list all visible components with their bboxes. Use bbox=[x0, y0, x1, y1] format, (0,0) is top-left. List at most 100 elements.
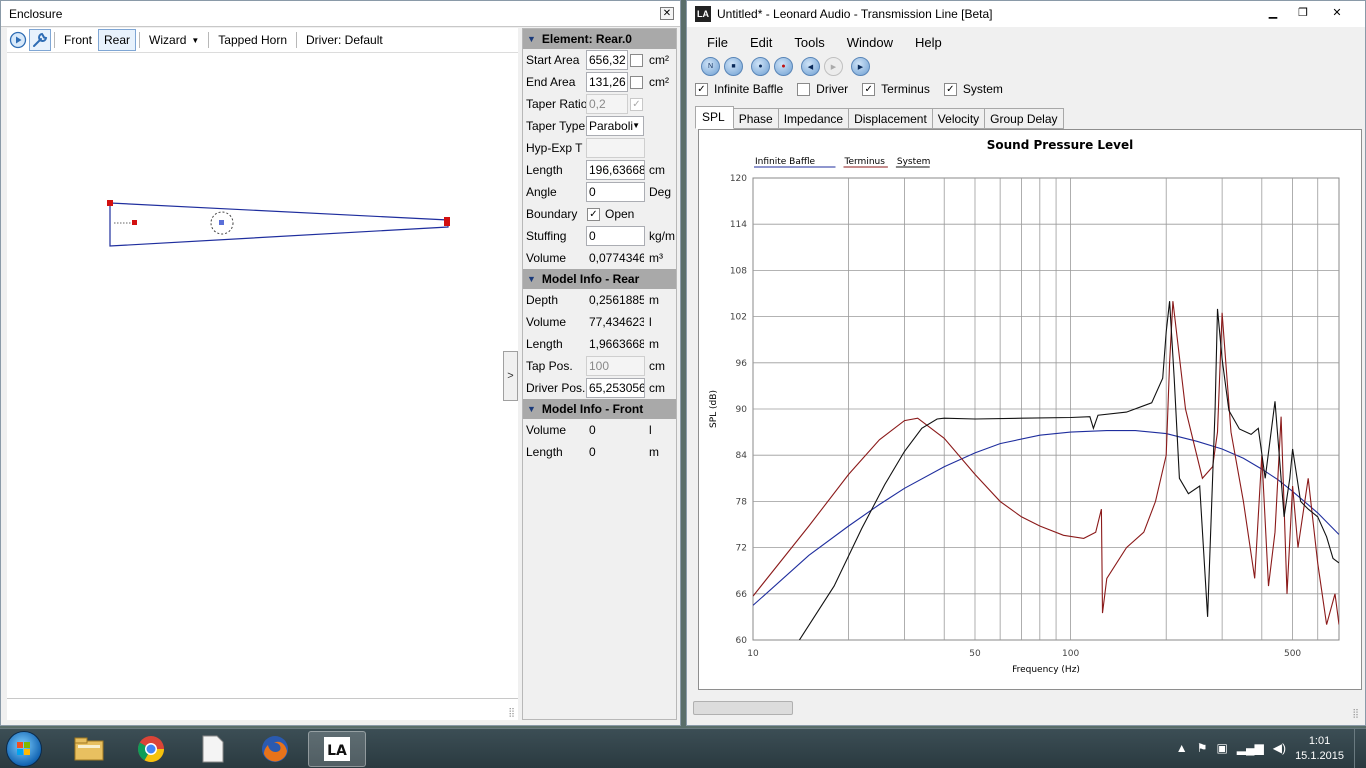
menu-file[interactable]: File bbox=[695, 33, 738, 53]
resize-grip-icon[interactable]: ⣿ bbox=[508, 707, 515, 718]
start-area-label: Start Area bbox=[526, 53, 580, 67]
driver-handle[interactable] bbox=[219, 220, 224, 225]
network-icon[interactable]: ▂▄▆ bbox=[1237, 741, 1264, 755]
tap-pos-field[interactable]: 100 bbox=[586, 356, 645, 376]
check-label: Infinite Baffle bbox=[714, 82, 784, 96]
taper-type-select[interactable]: Paraboli bbox=[586, 116, 644, 136]
driver-button[interactable]: Driver: Default bbox=[300, 29, 389, 51]
stop-icon[interactable]: ■ bbox=[724, 57, 743, 76]
play-icon[interactable]: ▶ bbox=[851, 57, 870, 76]
enclosure-canvas[interactable] bbox=[7, 52, 518, 698]
tab-spl[interactable]: SPL bbox=[695, 106, 734, 129]
tapped-horn-button[interactable]: Tapped Horn bbox=[212, 29, 293, 51]
checkbox-icon[interactable]: ✓ bbox=[695, 82, 708, 96]
front-length-value: 0 bbox=[589, 445, 596, 459]
stuffing-field[interactable]: 0 bbox=[586, 226, 645, 246]
menu-tools[interactable]: Tools bbox=[782, 33, 834, 53]
triangle-down-icon: ▼ bbox=[527, 34, 536, 44]
chrome-taskbar-icon[interactable] bbox=[122, 731, 180, 767]
checkbox-icon[interactable]: ✓ bbox=[943, 82, 957, 96]
front-volume-unit: l bbox=[649, 423, 652, 437]
rear-volume-unit: l bbox=[649, 315, 652, 329]
wizard-dropdown[interactable]: Wizard ▼ bbox=[143, 29, 205, 51]
chevron-up-icon[interactable]: ▲ bbox=[1176, 741, 1188, 755]
driver-pos-field[interactable]: 65,2530562 bbox=[586, 378, 645, 398]
volume-icon[interactable]: ◀) bbox=[1273, 741, 1286, 755]
rear-volume-value: 77,434623 bbox=[589, 315, 645, 329]
record-red-icon[interactable]: ● bbox=[774, 57, 793, 76]
tab-velocity[interactable]: Velocity bbox=[932, 108, 986, 129]
app-title: Untitled* - Leonard Audio - Transmission… bbox=[717, 7, 993, 21]
end-handle[interactable] bbox=[444, 217, 450, 226]
horn-drawing bbox=[107, 200, 450, 247]
flag-icon[interactable]: ⚑ bbox=[1197, 741, 1208, 755]
model-rear-section-title: Model Info - Rear bbox=[541, 272, 640, 286]
show-desktop-button[interactable] bbox=[1354, 729, 1366, 768]
length-field[interactable]: 196,636686 bbox=[586, 160, 645, 180]
length-row: Length 196,636686 cm bbox=[523, 159, 676, 181]
front-volume-row: Volume 0 l bbox=[523, 419, 676, 441]
model-front-section-header[interactable]: ▼ Model Info - Front bbox=[523, 399, 676, 419]
stuffing-label: Stuffing bbox=[526, 229, 567, 243]
new-icon[interactable]: N bbox=[701, 57, 720, 76]
enclosure-status-bar: ⣿ bbox=[7, 698, 518, 720]
firefox-taskbar-icon[interactable] bbox=[246, 731, 304, 767]
start-area-field[interactable]: 656,32 bbox=[586, 50, 628, 70]
element-section-header[interactable]: ▼ Element: Rear.0 bbox=[523, 29, 676, 49]
start-area-checkbox[interactable] bbox=[630, 54, 643, 67]
explorer-taskbar-icon[interactable] bbox=[60, 731, 118, 767]
document-taskbar-icon[interactable] bbox=[184, 731, 242, 767]
menu-edit[interactable]: Edit bbox=[738, 33, 782, 53]
maximize-icon[interactable]: ❐ bbox=[1289, 3, 1317, 21]
close-icon[interactable]: ✕ bbox=[1323, 3, 1351, 21]
hyp-exp-field[interactable] bbox=[586, 138, 645, 158]
menu-bar: File Edit Tools Window Help bbox=[695, 33, 952, 53]
tab-displacement[interactable]: Displacement bbox=[849, 108, 933, 129]
angle-field[interactable]: 0 bbox=[586, 182, 645, 202]
tap-handle[interactable] bbox=[132, 220, 137, 225]
front-button[interactable]: Front bbox=[58, 29, 98, 51]
rear-button[interactable]: Rear bbox=[98, 29, 137, 51]
menu-window[interactable]: Window bbox=[835, 33, 903, 53]
end-area-label: End Area bbox=[526, 75, 576, 89]
check-driver[interactable]: Driver bbox=[797, 82, 848, 96]
media-toolbar: N ■ ● ● ◀ ▶ ▶ bbox=[701, 57, 870, 76]
start-handle[interactable] bbox=[107, 200, 113, 206]
boundary-checkbox[interactable]: ✓ bbox=[587, 208, 600, 221]
taper-ratio-field[interactable]: 0,2 bbox=[586, 94, 628, 114]
device-icon[interactable]: ▣ bbox=[1216, 741, 1227, 755]
tab-group-delay[interactable]: Group Delay bbox=[985, 108, 1064, 129]
leonard-audio-taskbar-icon[interactable]: LA bbox=[308, 731, 366, 767]
step-back-icon[interactable]: ◀ bbox=[801, 57, 820, 76]
check-terminus[interactable]: ✓ Terminus bbox=[862, 82, 930, 96]
record-blue-icon[interactable]: ● bbox=[751, 57, 770, 76]
depth-unit: m bbox=[649, 293, 659, 307]
end-area-field[interactable]: 131,26 bbox=[586, 72, 628, 92]
start-button[interactable] bbox=[6, 731, 42, 767]
step-forward-icon[interactable]: ▶ bbox=[824, 57, 843, 76]
model-rear-section-header[interactable]: ▼ Model Info - Rear bbox=[523, 269, 676, 289]
y-tick-label: 84 bbox=[736, 451, 748, 461]
tab-phase[interactable]: Phase bbox=[733, 108, 779, 129]
close-icon[interactable]: ✕ bbox=[660, 7, 674, 20]
clock[interactable]: 1:01 15.1.2015 bbox=[1295, 734, 1344, 764]
play-icon[interactable] bbox=[7, 29, 29, 51]
panel-expander-button[interactable]: > bbox=[503, 351, 518, 401]
checkbox-icon[interactable] bbox=[797, 82, 811, 96]
taper-ratio-checkbox[interactable]: ✓ bbox=[630, 98, 643, 111]
rear-volume-label: Volume bbox=[526, 315, 567, 329]
checkbox-icon[interactable]: ✓ bbox=[862, 82, 876, 96]
wrench-icon[interactable] bbox=[29, 29, 51, 51]
end-area-checkbox[interactable] bbox=[630, 76, 643, 89]
check-label: Terminus bbox=[881, 82, 930, 96]
menu-help[interactable]: Help bbox=[903, 33, 952, 53]
la-taskbar-text: LA bbox=[327, 743, 347, 759]
check-system[interactable]: ✓ System bbox=[943, 82, 1003, 96]
minimize-icon[interactable]: ▁ bbox=[1259, 3, 1287, 21]
check-infinite-baffle[interactable]: ✓ Infinite Baffle bbox=[695, 82, 783, 96]
resize-grip-icon[interactable]: ⣿ bbox=[1352, 708, 1359, 719]
tap-pos-label: Tap Pos. bbox=[526, 359, 573, 373]
horizontal-scrollbar[interactable] bbox=[693, 701, 793, 715]
toolbar-separator bbox=[296, 32, 298, 48]
tab-impedance[interactable]: Impedance bbox=[778, 108, 850, 129]
